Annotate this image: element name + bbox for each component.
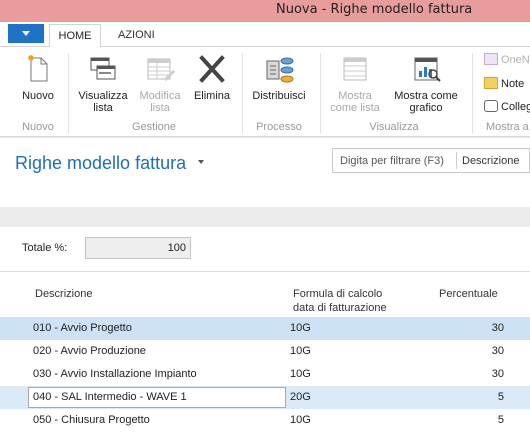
visualizza-label-2: lista (93, 102, 113, 114)
cell-formula[interactable]: 10G (290, 322, 311, 334)
page-title: Righe modello fattura (15, 153, 187, 173)
filter-field-selector[interactable]: Descrizione (462, 155, 519, 167)
table-row[interactable]: 010 - Avvio Progetto 10G 30 (0, 317, 530, 340)
note-button[interactable]: Note (484, 77, 524, 90)
cell-descrizione[interactable]: 020 - Avvio Produzione (33, 345, 146, 357)
cell-descrizione[interactable]: 040 - SAL Intermedio - WAVE 1 (33, 391, 187, 403)
table-row[interactable]: 030 - Avvio Installazione Impianto 10G 3… (0, 363, 530, 386)
cell-formula[interactable]: 10G (290, 414, 311, 426)
new-document-icon (28, 55, 48, 82)
filter-box[interactable]: Digita per filtrare (F3) Descrizione (332, 148, 530, 173)
onenote-label: OneN (501, 54, 530, 66)
nuovo-label: Nuovo (22, 90, 54, 102)
note-icon (484, 77, 498, 89)
title-dropdown-icon[interactable] (198, 160, 204, 164)
group-label-mostra: Mostra a (486, 121, 529, 133)
cell-formula[interactable]: 10G (290, 345, 311, 357)
column-header-descrizione[interactable]: Descrizione (35, 287, 92, 301)
ribbon-separator (242, 53, 243, 133)
cell-descrizione[interactable]: 010 - Avvio Progetto (33, 322, 132, 334)
cell-descrizione[interactable]: 050 - Chiusura Progetto (33, 414, 150, 426)
edit-list-icon (147, 58, 175, 81)
cell-formula[interactable]: 10G (290, 368, 311, 380)
dropdown-arrow-icon (22, 31, 30, 36)
distribuisci-button[interactable]: Distribuisci (246, 53, 312, 102)
show-as-list-icon (343, 57, 367, 81)
column-header-formula[interactable]: Formula di calcolo data di fatturazione (293, 287, 387, 315)
note-label: Note (501, 78, 525, 90)
table-row[interactable]: 020 - Avvio Produzione 10G 30 (0, 340, 530, 363)
modifica-lista-button[interactable]: Modifica lista (134, 53, 186, 114)
modifica-label-2: lista (150, 102, 170, 114)
lines-grid: Descrizione Formula di calcolo data di f… (0, 271, 530, 448)
ribbon: Nuovo Visualizza lista Modifica lista El… (0, 47, 530, 137)
group-label-nuovo: Nuovo (22, 121, 54, 133)
table-row-active[interactable]: 040 - SAL Intermedio - WAVE 1 20G 5 (0, 386, 530, 409)
onenote-button[interactable]: OneN (484, 53, 530, 66)
column-header-percentuale[interactable]: Percentuale (439, 287, 498, 301)
ribbon-separator (68, 53, 69, 133)
show-as-chart-icon (414, 57, 441, 82)
ribbon-separator (320, 53, 321, 133)
cell-percentuale[interactable]: 30 (444, 345, 504, 357)
cell-descrizione[interactable]: 030 - Avvio Installazione Impianto (33, 368, 197, 380)
mostra-lista-label-2: come lista (330, 102, 380, 114)
cell-percentuale[interactable]: 30 (444, 368, 504, 380)
cell-percentuale[interactable]: 5 (444, 414, 504, 426)
mostra-come-lista-button[interactable]: Mostra come lista (324, 53, 386, 114)
window-title: Nuova - Righe modello fattura (276, 2, 473, 17)
group-label-gestione: Gestione (131, 121, 177, 133)
visualizza-lista-button[interactable]: Visualizza lista (74, 53, 132, 114)
page-content: Righe modello fattura Digita per filtrar… (0, 138, 530, 448)
collegamenti-button[interactable]: Colleg (484, 100, 530, 113)
group-label-visualizza: Visualizza (369, 121, 419, 133)
collegamenti-label: Colleg (501, 101, 530, 113)
formula-header-line-1: Formula di calcolo (293, 288, 383, 300)
distribuisci-label: Distribuisci (252, 90, 306, 102)
tab-azioni[interactable]: AZIONI (118, 24, 155, 48)
filter-divider (456, 152, 457, 169)
elimina-button[interactable]: Elimina (190, 53, 234, 102)
title-bar: Nuova - Righe modello fattura (0, 0, 530, 22)
distribute-icon (266, 57, 294, 83)
cell-percentuale[interactable]: 5 (444, 391, 504, 403)
totale-field: 100 (85, 237, 191, 259)
tab-home[interactable]: HOME (49, 24, 101, 48)
view-list-icon (90, 57, 116, 80)
group-label-processo: Processo (256, 121, 302, 133)
visualizza-label-1: Visualizza (78, 90, 128, 102)
modifica-label-1: Modifica (139, 90, 181, 102)
ribbon-tab-bar: HOME AZIONI (0, 22, 530, 48)
ribbon-separator (472, 53, 473, 133)
totale-value: 100 (167, 242, 186, 254)
totale-label: Totale %: (22, 242, 68, 254)
cell-percentuale[interactable]: 30 (444, 322, 504, 334)
cell-formula[interactable]: 20G (290, 391, 311, 403)
onenote-icon (484, 53, 498, 65)
nuovo-button[interactable]: Nuovo (14, 53, 62, 102)
link-icon (484, 100, 498, 112)
filter-input[interactable]: Digita per filtrare (F3) (340, 155, 444, 167)
header-band (0, 207, 530, 227)
table-row[interactable]: 050 - Chiusura Progetto 10G 5 (0, 409, 530, 432)
mostra-grafico-label-1: Mostra come (394, 90, 458, 102)
formula-header-line-2: data di fatturazione (293, 302, 387, 314)
delete-x-icon (199, 55, 225, 83)
mostra-come-grafico-button[interactable]: Mostra come grafico (388, 53, 464, 114)
elimina-label: Elimina (193, 90, 231, 102)
app-menu-button[interactable] (8, 24, 44, 43)
mostra-lista-label-1: Mostra (338, 90, 372, 102)
mostra-grafico-label-2: grafico (409, 102, 443, 114)
